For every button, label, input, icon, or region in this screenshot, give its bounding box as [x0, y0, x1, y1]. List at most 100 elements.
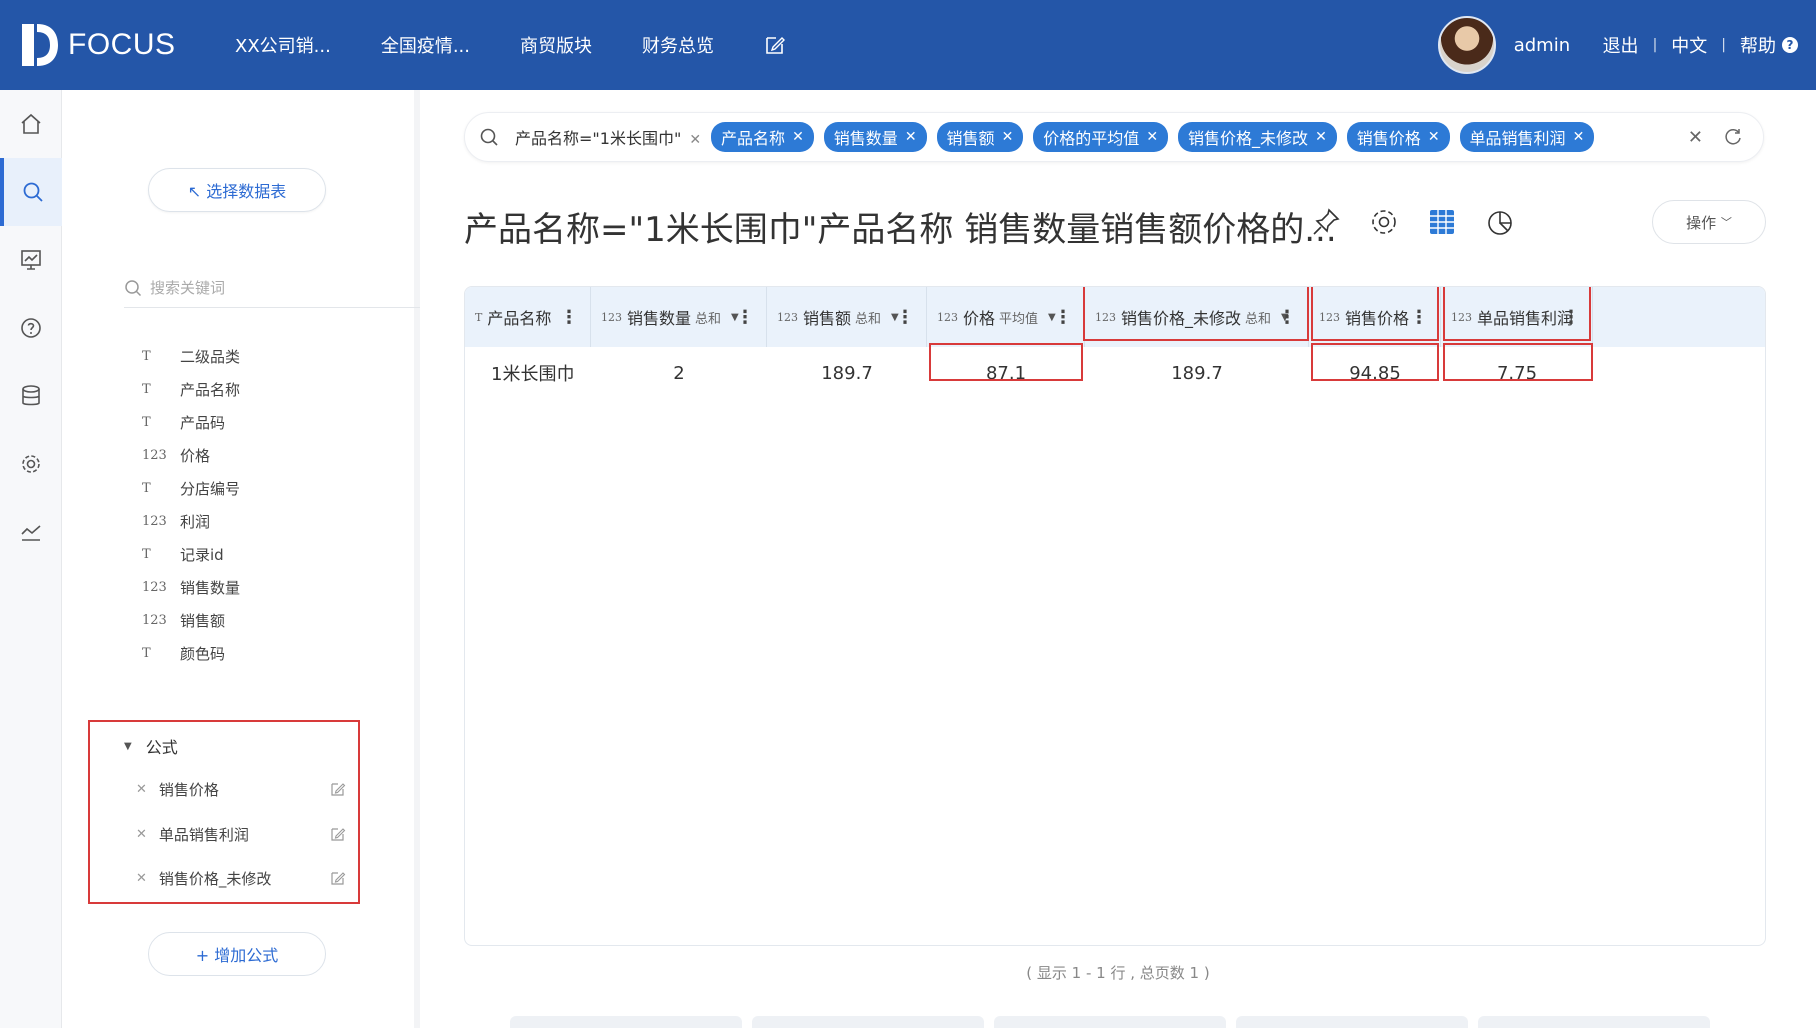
username[interactable]: admin	[1514, 35, 1570, 56]
rail-dashboard[interactable]	[0, 226, 62, 294]
rail-database[interactable]	[0, 362, 62, 430]
keyword-search-input[interactable]: 搜索关键词	[124, 268, 444, 308]
field-item[interactable]: T 二级品类	[142, 340, 240, 373]
settings-icon[interactable]	[1368, 206, 1400, 238]
logo[interactable]: FOCUS	[20, 22, 180, 68]
search-chip[interactable]: 单品销售利润 ✕	[1459, 122, 1595, 152]
rail-settings[interactable]	[0, 430, 62, 498]
language-link[interactable]: 中文	[1671, 32, 1707, 58]
field-item[interactable]: T 颜色码	[142, 637, 240, 670]
field-item[interactable]: T 分店编号	[142, 472, 240, 505]
edit-icon[interactable]	[330, 781, 346, 797]
filter-condition[interactable]: 产品名称="1米长围巾" ✕	[515, 125, 701, 149]
operate-dropdown[interactable]: 操作 ﹀	[1652, 200, 1766, 244]
remove-icon[interactable]: ✕	[136, 827, 147, 842]
search-chip[interactable]: 销售数量 ✕	[823, 122, 927, 152]
avatar[interactable]	[1437, 16, 1496, 74]
formula-section-header[interactable]: ▼ 公式	[124, 734, 178, 758]
remove-icon[interactable]: ✕	[792, 129, 804, 145]
table-view-icon[interactable]	[1426, 206, 1458, 238]
rail-home[interactable]	[0, 90, 62, 158]
help-link[interactable]: 帮助	[1740, 32, 1776, 58]
icon-rail	[0, 90, 62, 1028]
pie-chart-icon[interactable]	[1484, 206, 1516, 238]
more-options-icon[interactable]: ⋮	[560, 307, 578, 328]
column-header[interactable]: 123 单品销售利润 ⋮	[1441, 287, 1593, 347]
field-item[interactable]: T 产品名称	[142, 373, 240, 406]
rail-help[interactable]	[0, 294, 62, 362]
remove-icon[interactable]: ✕	[1146, 129, 1158, 145]
formula-item[interactable]: ✕ 单品销售利润	[136, 819, 346, 849]
nav-item-trade[interactable]: 商贸版块	[520, 32, 592, 58]
field-item[interactable]: 123 价格	[142, 439, 240, 472]
help-circle-icon[interactable]: ?	[1782, 37, 1798, 53]
more-options-icon[interactable]: ⋮	[1278, 307, 1296, 328]
formula-item[interactable]: ✕ 销售价格_未修改	[136, 863, 346, 893]
rail-trend[interactable]	[0, 498, 62, 566]
table-cell[interactable]: 7.75	[1441, 347, 1593, 399]
pin-icon[interactable]	[1310, 206, 1342, 238]
column-header[interactable]: 123 销售价格 ⋮	[1309, 287, 1441, 347]
search-chip[interactable]: 销售价格_未修改 ✕	[1178, 122, 1337, 152]
column-header[interactable]: T 产品名称 ⋮	[465, 287, 591, 347]
table-cell[interactable]: 2	[591, 347, 767, 399]
bottom-tab[interactable]	[752, 1016, 984, 1028]
field-item[interactable]: 123 利润	[142, 505, 240, 538]
remove-icon[interactable]: ✕	[905, 129, 917, 145]
table-cell[interactable]: 189.7	[1085, 347, 1309, 399]
bottom-tab[interactable]	[1478, 1016, 1710, 1028]
settings-icon	[22, 455, 40, 473]
field-item[interactable]: T 产品码	[142, 406, 240, 439]
nav-item-epidemic[interactable]: 全国疫情...	[381, 32, 470, 58]
select-table-button[interactable]: ↖ 选择数据表	[148, 168, 326, 212]
field-name: 产品名称	[180, 381, 241, 399]
table-cell[interactable]: 189.7	[767, 347, 927, 399]
bottom-tab[interactable]	[510, 1016, 742, 1028]
bottom-tab[interactable]	[1236, 1016, 1468, 1028]
refresh-icon[interactable]	[1723, 127, 1743, 147]
remove-icon[interactable]: ✕	[1315, 129, 1327, 145]
nav-item-finance[interactable]: 财务总览	[642, 32, 714, 58]
search-icon	[23, 182, 43, 202]
more-options-icon[interactable]: ⋮	[1562, 307, 1580, 328]
field-name: 分店编号	[180, 480, 241, 498]
formula-item[interactable]: ✕ 销售价格	[136, 774, 346, 804]
search-chip[interactable]: 销售价格 ✕	[1346, 122, 1450, 152]
field-item[interactable]: 123 销售数量	[142, 571, 240, 604]
table-cell[interactable]: 1米长围巾	[465, 347, 591, 399]
field-item[interactable]: T 记录id	[142, 538, 240, 571]
search-chip[interactable]: 销售额 ✕	[936, 122, 1024, 152]
column-header[interactable]: 123 销售价格_未修改 总和 ▼ ⋮	[1085, 287, 1309, 347]
edit-icon[interactable]	[330, 826, 346, 842]
edit-icon[interactable]	[764, 34, 786, 56]
table-cell[interactable]: 94.85	[1309, 347, 1441, 399]
more-options-icon[interactable]: ⋮	[1410, 307, 1428, 328]
more-options-icon[interactable]: ⋮	[1054, 307, 1072, 328]
rail-search[interactable]	[0, 158, 62, 226]
nav-item-sales[interactable]: XX公司销...	[235, 32, 331, 58]
column-header[interactable]: 123 销售数量 总和 ▼ ⋮	[591, 287, 767, 347]
remove-icon[interactable]: ✕	[1428, 129, 1440, 145]
add-formula-button[interactable]: + 增加公式	[148, 932, 326, 976]
remove-icon[interactable]: ✕	[689, 132, 701, 148]
remove-icon[interactable]: ✕	[1002, 129, 1014, 145]
bottom-tab[interactable]	[994, 1016, 1226, 1028]
field-item[interactable]: 123 销售额	[142, 604, 240, 637]
logout-link[interactable]: 退出	[1603, 32, 1639, 58]
search-bar[interactable]: 产品名称="1米长围巾" ✕ 产品名称 ✕ 销售数量 ✕ 销售额 ✕ 价格的平均值 ✕ 销售价格_…	[464, 112, 1764, 162]
remove-icon[interactable]: ✕	[1573, 129, 1585, 145]
remove-icon[interactable]: ✕	[136, 871, 147, 886]
search-chip[interactable]: 价格的平均值 ✕	[1033, 122, 1169, 152]
edit-icon[interactable]	[330, 870, 346, 886]
search-placeholder: 搜索关键词	[150, 279, 226, 297]
column-header[interactable]: 123 销售额 总和 ▼ ⋮	[767, 287, 927, 347]
more-options-icon[interactable]: ⋮	[896, 307, 914, 328]
search-chip[interactable]: 产品名称 ✕	[711, 122, 814, 152]
column-header[interactable]: 123 价格 平均值 ▼ ⋮	[927, 287, 1085, 347]
table-cell[interactable]: 87.1	[927, 347, 1085, 399]
clear-search-icon[interactable]: ✕	[1688, 127, 1703, 148]
pagination-info: ( 显示 1 - 1 行 , 总页数 1 )	[1026, 964, 1210, 982]
field-name: 销售数量	[180, 579, 241, 597]
more-options-icon[interactable]: ⋮	[736, 307, 754, 328]
remove-icon[interactable]: ✕	[136, 782, 147, 797]
